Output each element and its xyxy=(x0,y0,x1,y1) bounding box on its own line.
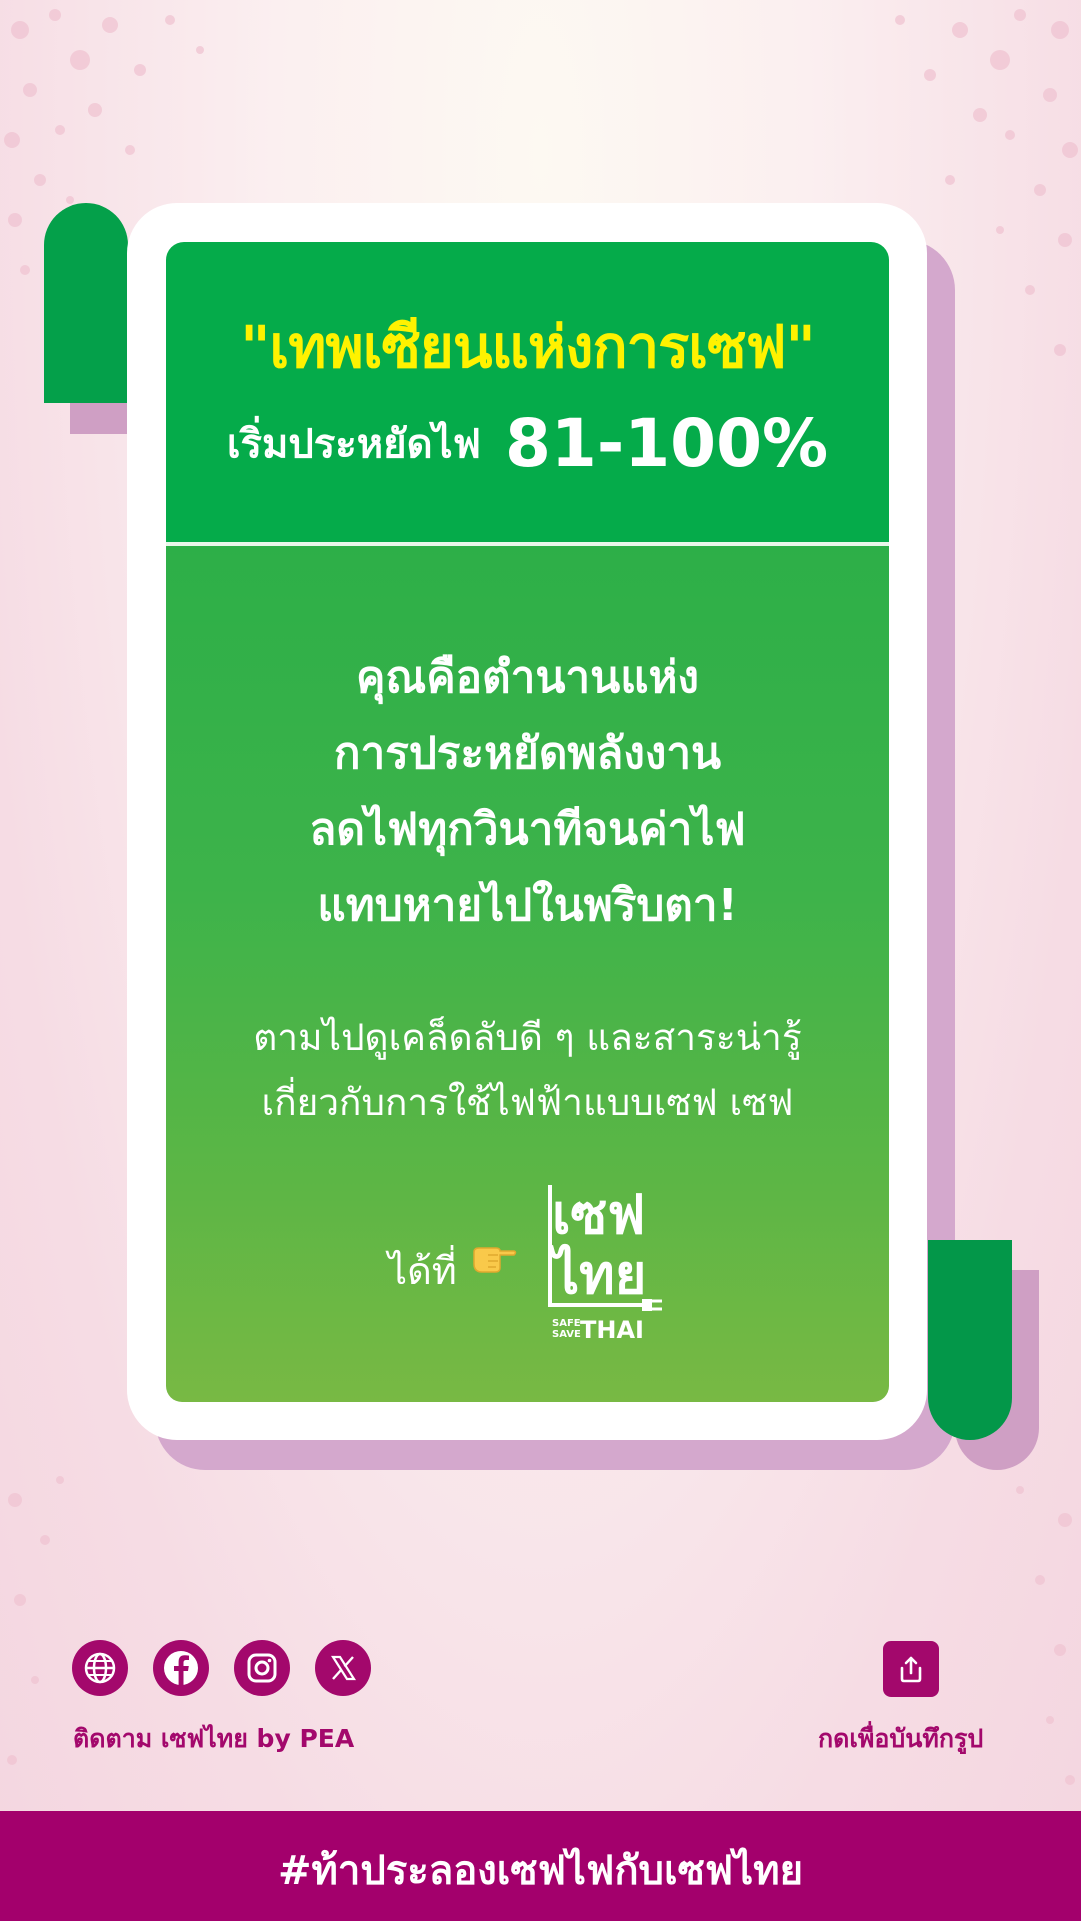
subtitle-text: เริ่มประหยัดไฟ xyxy=(226,421,481,468)
globe-icon[interactable] xyxy=(72,1640,128,1696)
share-label[interactable]: กดเพื่อบันทึกรูป xyxy=(818,1719,983,1759)
safe-save-thai-logo[interactable]: เซฟ ไทย SAFE SAVE THAI xyxy=(548,1175,672,1345)
logo-thai: THAI xyxy=(580,1316,644,1344)
logo-thai-line2: ไทย xyxy=(548,1243,646,1306)
description-line: ลดไฟทุกวินาทีจนค่าไฟ xyxy=(309,804,746,855)
pointing-hand-icon xyxy=(473,1247,517,1273)
share-button[interactable] xyxy=(883,1641,939,1697)
share-icon xyxy=(900,1656,922,1683)
card-tab-left xyxy=(44,203,128,403)
logo-safe: SAFE xyxy=(552,1318,581,1329)
card-follow-text: ตามไปดูเคล็ดลับดี ๆ และสาระน่ารู้ เกี่ยว… xyxy=(166,1005,889,1135)
description-line: การประหยัดพลังงาน xyxy=(333,728,722,779)
description-line: แทบหายไปในพริบตา! xyxy=(317,880,738,931)
logo-save: SAVE xyxy=(552,1329,581,1340)
instagram-icon[interactable] xyxy=(234,1640,290,1696)
at-label: ได้ที่ xyxy=(388,1249,457,1293)
card-title: "เทพเซียนแห่งการเซฟ" xyxy=(240,313,816,381)
follow-label: ติดตาม เซฟไทย by PEA xyxy=(73,1724,355,1753)
follow-line: ตามไปดูเคล็ดลับดี ๆ และสาระน่ารู้ xyxy=(253,1016,802,1059)
description-line: คุณคือตำนานแห่ง xyxy=(355,652,700,703)
subtitle-percent: 81-100% xyxy=(504,405,829,482)
follow-line: เกี่ยวกับการใช้ไฟฟ้าแบบเซฟ เซฟ xyxy=(261,1081,794,1124)
facebook-icon[interactable] xyxy=(153,1640,209,1696)
card-description: คุณคือตำนานแห่ง การประหยัดพลังงาน ลดไฟทุ… xyxy=(166,640,889,944)
hashtag-text: #ท้าประลองเซฟไฟกับเซฟไทย xyxy=(277,1848,804,1894)
logo-thai-line1: เซฟ xyxy=(552,1183,645,1246)
card-subtitle: เริ่มประหยัดไฟ 81-100% xyxy=(166,405,889,482)
card-tab-right xyxy=(928,1240,1012,1440)
x-icon[interactable] xyxy=(315,1640,371,1696)
